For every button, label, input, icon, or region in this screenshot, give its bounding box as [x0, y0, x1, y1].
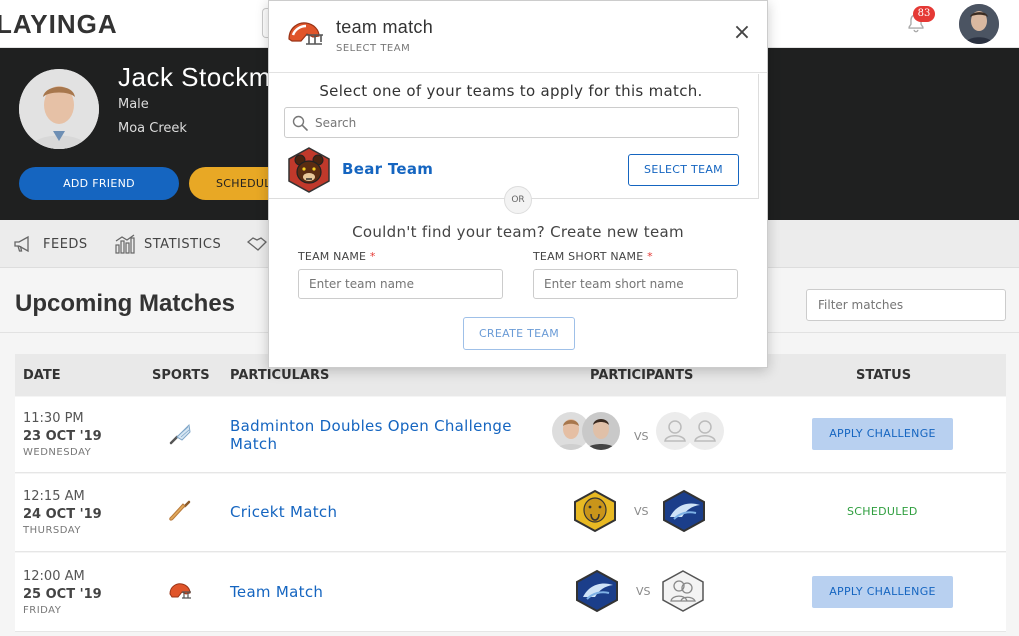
apply-challenge-button[interactable]: APPLY CHALLENGE [812, 418, 953, 450]
profile-avatar [19, 69, 99, 149]
table-row[interactable]: 12:00 AM 25 OCT '19 FRIDAY Team Match VS… [15, 553, 1006, 632]
cricket-bat-icon [169, 500, 191, 521]
select-team-button[interactable]: SELECT TEAM [628, 154, 739, 186]
match-particulars-link[interactable]: Team Match [230, 583, 323, 601]
select-instruction: Select one of your teams to apply for th… [319, 82, 703, 100]
required-marker: * [647, 250, 653, 263]
close-icon[interactable]: × [732, 21, 752, 45]
handshake-icon [246, 237, 267, 251]
header-date: DATE [23, 368, 61, 383]
required-marker: * [369, 250, 376, 263]
modal-header: team match SELECT TEAM × [269, 1, 767, 73]
match-particulars-link[interactable]: Cricekt Match [230, 503, 337, 521]
tab-challenges[interactable] [246, 234, 268, 254]
app-logo[interactable]: LAYINGA [0, 9, 118, 40]
tab-statistics[interactable]: STATISTICS [114, 234, 221, 254]
tab-label: STATISTICS [144, 236, 222, 252]
participant-avatar [582, 412, 620, 450]
bear-team-logo [288, 147, 330, 193]
team-name-label: TEAM NAME * [298, 250, 376, 263]
match-time: 12:15 AM [23, 489, 85, 504]
match-time: 11:30 PM [23, 411, 84, 426]
modal-subtitle: SELECT TEAM [336, 43, 411, 54]
apply-challenge-button[interactable]: APPLY CHALLENGE [812, 576, 953, 608]
filter-matches-input[interactable] [806, 289, 1006, 321]
header-sports: SPORTS [152, 368, 210, 383]
badminton-icon [169, 423, 191, 445]
match-date: 23 OCT '19 [23, 429, 102, 444]
tab-label: FEEDS [43, 236, 88, 252]
status-badge: SCHEDULED [847, 505, 918, 518]
team-search-input[interactable] [315, 113, 715, 133]
table-row[interactable]: 11:30 PM 23 OCT '19 WEDNESDAY Badminton … [15, 397, 1006, 473]
header-particulars: PARTICULARS [230, 368, 330, 383]
header-participants: PARTICIPANTS [590, 368, 694, 383]
match-date: 25 OCT '19 [23, 587, 102, 602]
versus-label: VS [636, 585, 651, 598]
eagle-team-logo [576, 569, 618, 613]
team-select-section: Select one of your teams to apply for th… [269, 74, 759, 199]
versus-label: VS [634, 505, 649, 518]
notification-badge[interactable]: 83 [913, 6, 935, 22]
user-avatar[interactable] [959, 4, 999, 44]
profile-location: Moa Creek [118, 121, 187, 136]
match-time: 12:00 AM [23, 569, 85, 584]
or-divider: OR [504, 186, 532, 214]
team-name-label-text: TEAM NAME [298, 250, 367, 263]
page-title: Upcoming Matches [15, 290, 236, 317]
add-friend-button[interactable]: ADD FRIEND [19, 167, 179, 200]
table-row[interactable]: 12:15 AM 24 OCT '19 THURSDAY Cricekt Mat… [15, 474, 1006, 552]
profile-gender: Male [118, 97, 149, 112]
header-status: STATUS [856, 368, 912, 383]
create-team-button[interactable]: CREATE TEAM [463, 317, 575, 350]
elephant-team-logo [574, 489, 616, 533]
bar-chart-icon [115, 234, 135, 254]
team-name-link[interactable]: Bear Team [342, 160, 433, 178]
team-short-name-input[interactable] [533, 269, 738, 299]
team-short-name-label: TEAM SHORT NAME * [533, 250, 653, 263]
team-name-input[interactable] [298, 269, 503, 299]
match-date: 24 OCT '19 [23, 507, 102, 522]
empty-slot-icon [686, 412, 724, 450]
empty-team-icon [662, 570, 704, 612]
modal-title: team match [336, 17, 434, 37]
team-short-name-label-text: TEAM SHORT NAME [533, 250, 644, 263]
football-helmet-icon [288, 22, 323, 45]
versus-label: VS [634, 430, 649, 443]
create-team-heading: Couldn't find your team? Create new team [352, 223, 684, 241]
match-day: THURSDAY [23, 525, 81, 536]
search-icon [292, 115, 308, 131]
team-search-box[interactable] [284, 107, 739, 138]
megaphone-icon [14, 235, 29, 253]
football-helmet-icon [169, 583, 191, 599]
match-particulars-link[interactable]: Badminton Doubles Open Challenge Match [230, 417, 530, 453]
tab-feeds[interactable]: FEEDS [13, 234, 88, 254]
select-team-modal: team match SELECT TEAM × Select one of y… [268, 0, 768, 368]
match-day: FRIDAY [23, 605, 62, 616]
match-day: WEDNESDAY [23, 447, 92, 458]
eagle-team-logo [663, 489, 705, 533]
